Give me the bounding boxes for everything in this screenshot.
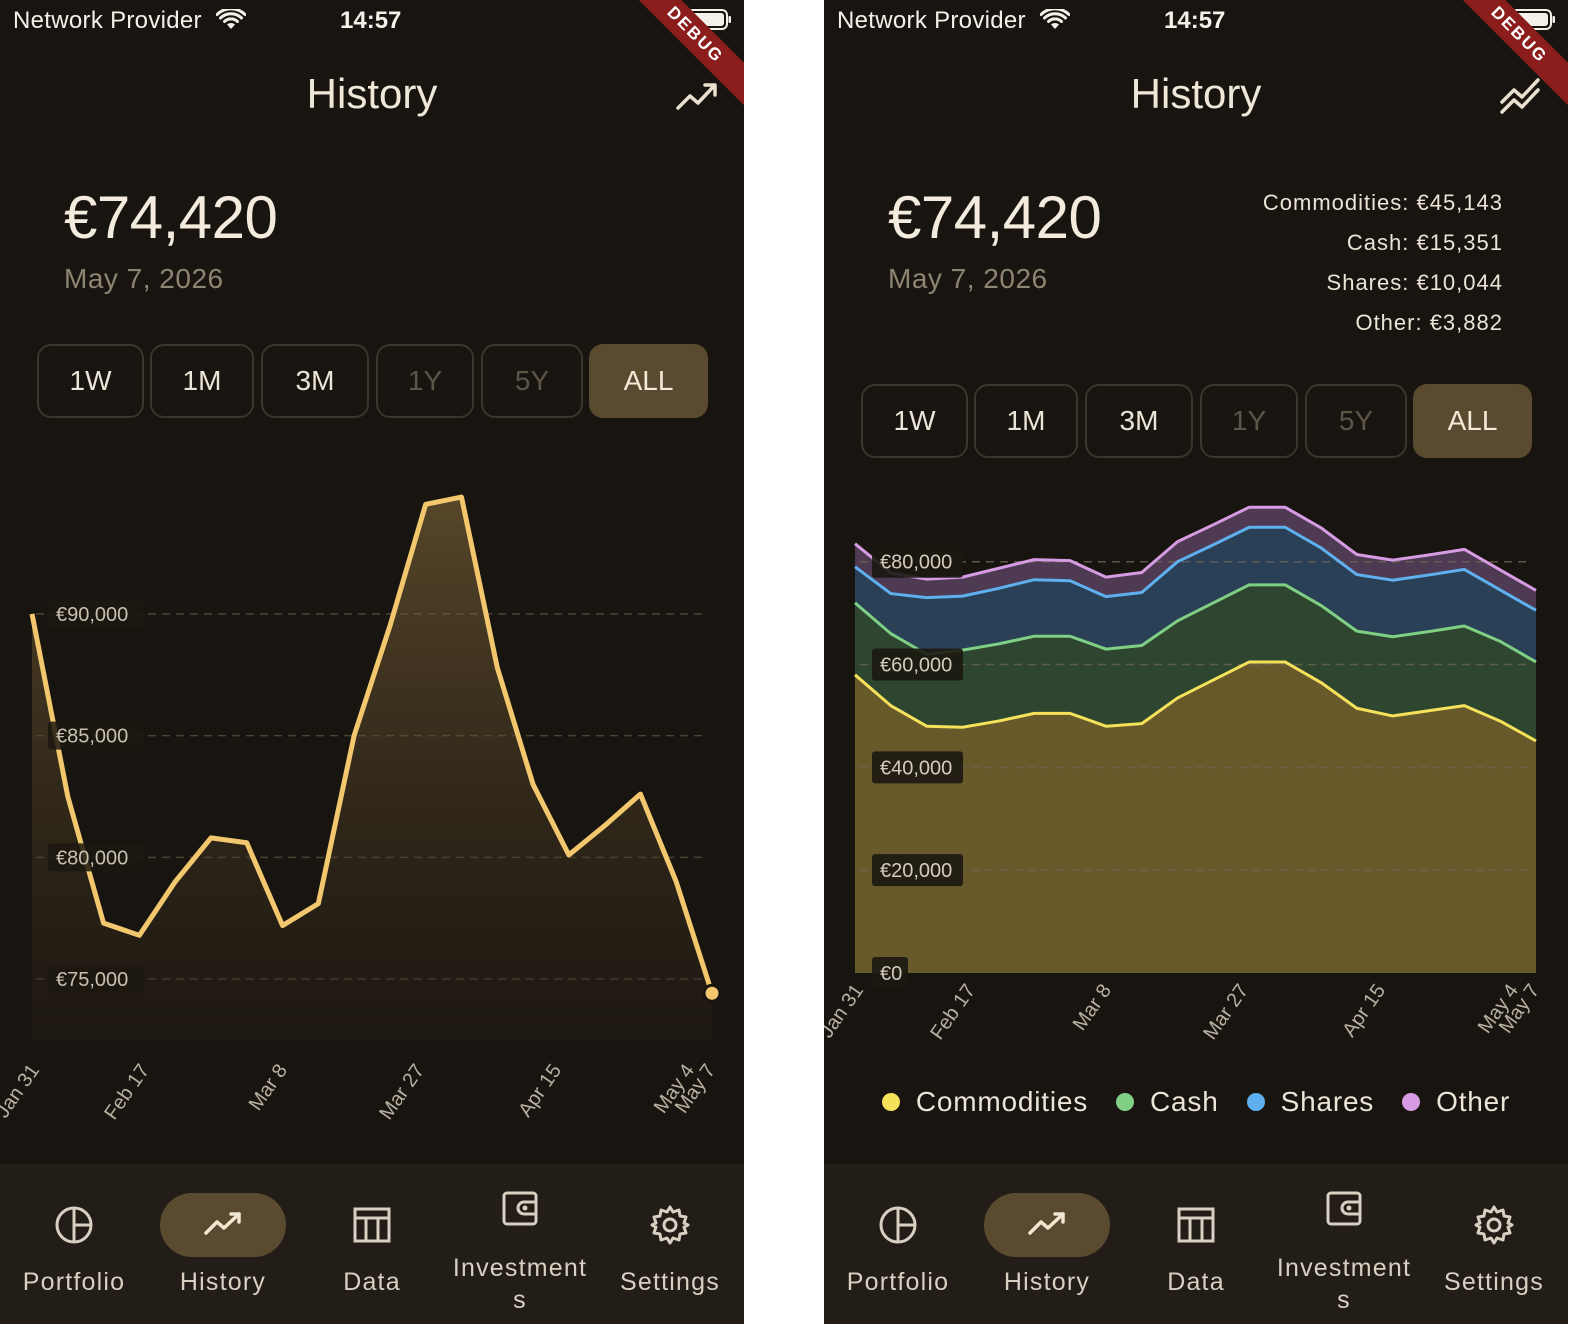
x-tick-label: Mar 27 bbox=[1199, 980, 1253, 1044]
nav-label: Investment s bbox=[1276, 1254, 1412, 1314]
nav-label: History bbox=[179, 1268, 267, 1296]
end-marker bbox=[702, 983, 722, 1003]
nav-label: Settings bbox=[1444, 1268, 1544, 1296]
x-tick-label: Apr 15 bbox=[1338, 980, 1390, 1041]
table-icon bbox=[353, 1207, 391, 1243]
nav-settings[interactable]: Settings bbox=[1420, 1164, 1568, 1324]
y-tick-label: €20,000 bbox=[880, 860, 952, 882]
nav-history[interactable]: History bbox=[973, 1164, 1121, 1324]
y-tick-label: €75,000 bbox=[56, 969, 128, 991]
x-tick-label: Mar 27 bbox=[375, 1060, 429, 1124]
line-area-fill bbox=[32, 497, 712, 1041]
nav-label: Data bbox=[343, 1268, 401, 1296]
y-tick-label: €90,000 bbox=[56, 604, 128, 626]
legend-swatch bbox=[1116, 1093, 1135, 1111]
nav-label: History bbox=[1003, 1268, 1091, 1296]
trending-up-icon bbox=[1028, 1212, 1065, 1235]
chart-legend: Commodities Cash Shares Other bbox=[824, 1086, 1568, 1118]
settings-icon bbox=[1474, 1205, 1514, 1245]
x-tick-label: Jan 31 bbox=[0, 1060, 44, 1122]
table-icon bbox=[1177, 1207, 1215, 1243]
settings-icon bbox=[650, 1205, 690, 1245]
history-screen-line: Network Provider 14:57 DEBUG History €74… bbox=[0, 0, 744, 1324]
legend-swatch bbox=[881, 1093, 900, 1111]
y-tick-label: €85,000 bbox=[56, 726, 128, 748]
legend-item-cash[interactable]: Cash bbox=[1116, 1086, 1219, 1118]
nav-investments[interactable]: Investment s bbox=[1270, 1164, 1418, 1324]
nav-label: Data bbox=[1167, 1268, 1225, 1296]
nav-history[interactable]: History bbox=[149, 1164, 297, 1324]
y-tick-label: €40,000 bbox=[880, 757, 952, 779]
wallet-icon bbox=[502, 1191, 538, 1226]
bottom-navigation: Portfolio History Data Investment s Sett… bbox=[824, 1164, 1568, 1324]
x-tick-label: Apr 15 bbox=[514, 1060, 566, 1121]
history-stacked-area-chart[interactable]: €80,000 €60,000 €40,000 €20,000 €0 Jan 31 Feb … bbox=[824, 0, 1568, 1080]
y-tick-label: €0 bbox=[880, 963, 902, 985]
wallet-icon bbox=[1326, 1191, 1362, 1226]
legend-label: Commodities bbox=[915, 1086, 1089, 1117]
x-tick-label: Mar 8 bbox=[245, 1060, 292, 1114]
nav-label: Investment s bbox=[452, 1254, 588, 1314]
legend-swatch bbox=[1402, 1093, 1421, 1111]
x-tick-label: Jan 31 bbox=[824, 980, 868, 1042]
history-screen-stacked: Network Provider 14:57 DEBUG History €74… bbox=[824, 0, 1568, 1324]
legend-label: Shares bbox=[1280, 1086, 1375, 1117]
nav-portfolio[interactable]: Portfolio bbox=[0, 1164, 148, 1324]
legend-label: Other bbox=[1436, 1086, 1511, 1117]
x-tick-label: Feb 17 bbox=[926, 980, 980, 1044]
pie-chart-icon bbox=[55, 1206, 93, 1244]
nav-label: Portfolio bbox=[846, 1268, 950, 1296]
legend-item-shares[interactable]: Shares bbox=[1246, 1086, 1375, 1118]
history-line-chart[interactable]: €90,000 €85,000 €80,000 €75,000 Jan 31 Feb 17… bbox=[0, 0, 744, 1160]
nav-settings[interactable]: Settings bbox=[596, 1164, 744, 1324]
trending-up-icon bbox=[204, 1212, 241, 1235]
nav-label: Settings bbox=[620, 1268, 720, 1296]
nav-portfolio[interactable]: Portfolio bbox=[824, 1164, 972, 1324]
y-tick-label: €60,000 bbox=[880, 655, 952, 677]
legend-label: Cash bbox=[1150, 1086, 1219, 1117]
y-tick-label: €80,000 bbox=[56, 847, 128, 869]
nav-investments[interactable]: Investment s bbox=[446, 1164, 594, 1324]
x-tick-label: Mar 8 bbox=[1069, 980, 1116, 1034]
legend-item-commodities[interactable]: Commodities bbox=[881, 1086, 1089, 1118]
pie-chart-icon bbox=[879, 1206, 917, 1244]
legend-swatch bbox=[1246, 1093, 1265, 1111]
bottom-navigation: Portfolio History Data Investment s Sett… bbox=[0, 1164, 744, 1324]
nav-data[interactable]: Data bbox=[298, 1164, 446, 1324]
nav-data[interactable]: Data bbox=[1122, 1164, 1270, 1324]
nav-label: Portfolio bbox=[22, 1268, 126, 1296]
y-tick-label: €80,000 bbox=[880, 552, 952, 574]
x-tick-label: Feb 17 bbox=[100, 1060, 154, 1124]
legend-item-other[interactable]: Other bbox=[1402, 1086, 1510, 1118]
